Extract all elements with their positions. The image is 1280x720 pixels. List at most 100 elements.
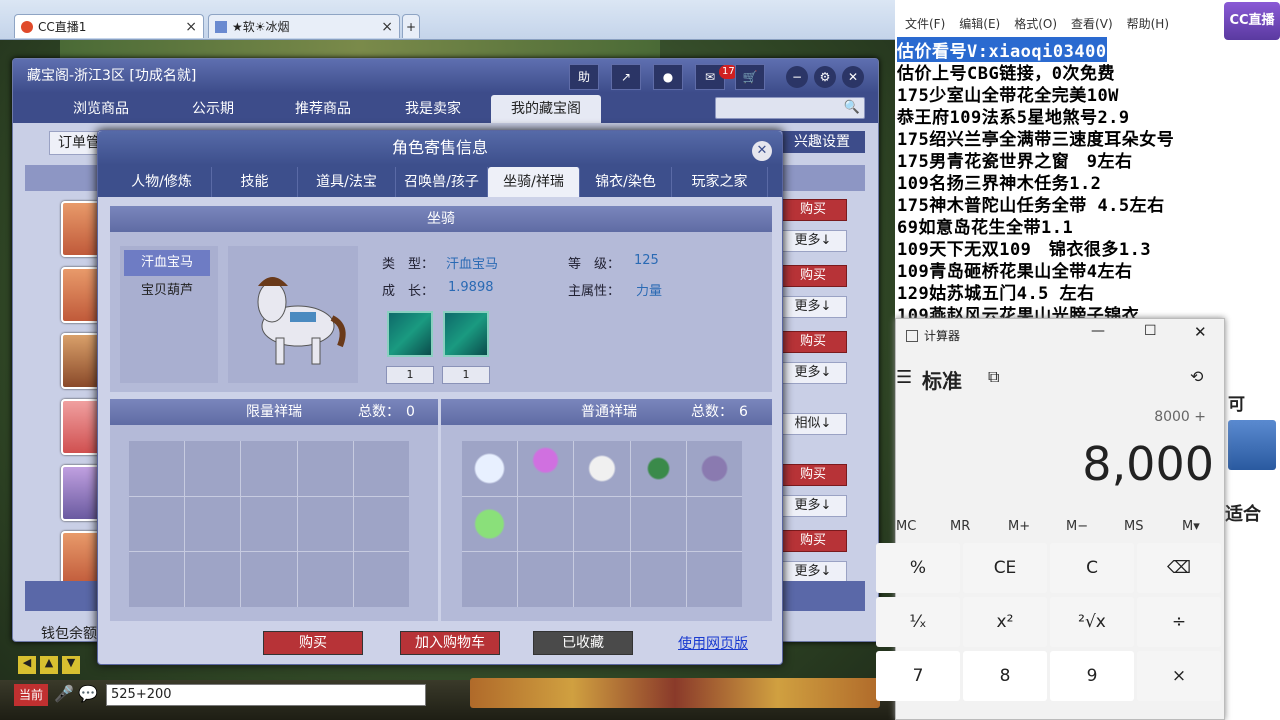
new-tab-button[interactable]: + <box>402 14 420 38</box>
mminus-button[interactable]: M− <box>1066 519 1088 534</box>
flower-mount-icon[interactable] <box>518 441 574 496</box>
nav-public[interactable]: 公示期 <box>163 95 263 123</box>
menu-file[interactable]: 文件(F) <box>905 14 945 34</box>
maximize-icon[interactable]: ☐ <box>1144 323 1157 339</box>
nav-my-pavilion[interactable]: 我的藏宝阁 <box>491 95 601 123</box>
avatar[interactable] <box>61 531 101 587</box>
menu-edit[interactable]: 编辑(E) <box>959 14 1000 34</box>
tab-skills[interactable]: 技能 <box>212 167 298 197</box>
mount-skill-icon[interactable] <box>443 311 489 357</box>
arrow-up-icon[interactable]: ▲ <box>40 656 58 674</box>
history-icon[interactable]: ⟲ <box>1190 367 1203 386</box>
buy-button[interactable]: 购买 <box>779 464 847 486</box>
menu-icon[interactable]: ☰ <box>896 367 912 388</box>
tab-character[interactable]: 人物/修炼 <box>112 167 212 197</box>
record-icon[interactable]: ● <box>653 64 683 90</box>
notepad-side-text: 可 <box>1228 395 1245 415</box>
level-value: 125 <box>634 253 659 268</box>
dragon-mount-icon[interactable] <box>630 441 686 496</box>
cloud-mount-icon[interactable] <box>462 441 518 496</box>
nav-browse[interactable]: 浏览商品 <box>51 95 151 123</box>
tab-home[interactable]: 玩家之家 <box>672 167 768 197</box>
white-beast-icon[interactable] <box>574 441 630 496</box>
search-icon: 🔍 <box>843 100 860 115</box>
buy-button[interactable]: 购买 <box>779 265 847 287</box>
mr-button[interactable]: MR <box>950 519 970 534</box>
mount-section-header: 坐骑 <box>110 206 772 232</box>
minimize-icon[interactable]: — <box>1091 323 1105 339</box>
mic-icon[interactable]: 🎤 <box>54 684 74 703</box>
more-button[interactable]: 更多↓ <box>779 362 847 384</box>
divide-key[interactable]: ÷ <box>1137 597 1221 647</box>
eight-key[interactable]: 8 <box>963 651 1047 701</box>
tab-mounts[interactable]: 坐骑/祥瑞 <box>488 167 580 197</box>
avatar[interactable] <box>61 399 101 455</box>
nav-recommend[interactable]: 推荐商品 <box>273 95 373 123</box>
more-button[interactable]: 更多↓ <box>779 296 847 318</box>
multiply-key[interactable]: × <box>1137 651 1221 701</box>
browser-tab-cc[interactable]: CC直播1 × <box>14 14 204 38</box>
menu-view[interactable]: 查看(V) <box>1071 14 1113 34</box>
settings-icon[interactable]: ⚙ <box>814 66 836 88</box>
menu-help[interactable]: 帮助(H) <box>1127 14 1169 34</box>
more-button[interactable]: 更多↓ <box>779 230 847 252</box>
buy-button[interactable]: 购买 <box>779 331 847 353</box>
avatar[interactable] <box>61 465 101 521</box>
reciprocal-key[interactable]: ¹⁄ₓ <box>876 597 960 647</box>
avatar[interactable] <box>61 267 101 323</box>
minimize-icon[interactable]: − <box>786 66 808 88</box>
backspace-key[interactable]: ⌫ <box>1137 543 1221 593</box>
green-blob-icon[interactable] <box>462 496 518 552</box>
chat-bubble-icon[interactable]: 💬 <box>78 684 98 703</box>
avatar[interactable] <box>61 333 101 389</box>
mount-skill-icon[interactable] <box>387 311 433 357</box>
sqrt-key[interactable]: ²√x <box>1050 597 1134 647</box>
memory-list-button[interactable]: M▾ <box>1182 519 1200 534</box>
close-icon[interactable]: ✕ <box>752 141 772 161</box>
search-input[interactable]: 🔍 <box>715 97 865 119</box>
seven-key[interactable]: 7 <box>876 651 960 701</box>
mplus-button[interactable]: M+ <box>1008 519 1030 534</box>
menu-format[interactable]: 格式(O) <box>1014 14 1057 34</box>
close-tab-icon[interactable]: × <box>185 19 197 35</box>
tab-pets[interactable]: 召唤兽/孩子 <box>396 167 488 197</box>
share-icon[interactable]: ↗ <box>611 64 641 90</box>
buy-button[interactable]: 购买 <box>779 199 847 221</box>
wallet-label: 钱包余额 <box>41 626 97 642</box>
more-button[interactable]: 更多↓ <box>779 495 847 517</box>
square-key[interactable]: x² <box>963 597 1047 647</box>
help-button[interactable]: 助 <box>569 64 599 90</box>
browser-tab-2[interactable]: ★软☀冰烟 × <box>208 14 400 38</box>
nav-seller[interactable]: 我是卖家 <box>383 95 483 123</box>
armored-beast-icon[interactable] <box>686 441 742 496</box>
arrow-left-icon[interactable]: ◀ <box>18 656 36 674</box>
tab-items[interactable]: 道具/法宝 <box>298 167 396 197</box>
c-key[interactable]: C <box>1050 543 1134 593</box>
ce-key[interactable]: CE <box>963 543 1047 593</box>
add-to-cart-button[interactable]: 加入购物车 <box>400 631 500 655</box>
tab-outfits[interactable]: 锦衣/染色 <box>580 167 672 197</box>
keep-on-top-icon[interactable]: ⧉ <box>988 367 999 387</box>
more-button[interactable]: 更多↓ <box>779 561 847 583</box>
chat-input[interactable]: 525+200 <box>106 684 426 706</box>
skill-toolbar[interactable] <box>470 678 880 708</box>
web-version-link[interactable]: 使用网页版 <box>678 633 748 653</box>
mount-item-gourd[interactable]: 宝贝葫芦 <box>124 278 210 304</box>
ms-button[interactable]: MS <box>1124 519 1143 534</box>
buy-button[interactable]: 购买 <box>779 530 847 552</box>
favorited-button[interactable]: 已收藏 <box>533 631 633 655</box>
cart-icon[interactable]: 🛒 <box>735 64 765 90</box>
channel-button[interactable]: 当前 <box>14 684 48 706</box>
close-icon[interactable]: ✕ <box>1194 323 1207 341</box>
close-icon[interactable]: ✕ <box>842 66 864 88</box>
arrow-down-icon[interactable]: ▼ <box>62 656 80 674</box>
interest-settings-button[interactable]: 兴趣设置 <box>779 131 865 153</box>
avatar[interactable] <box>61 201 101 257</box>
buy-button[interactable]: 购买 <box>263 631 363 655</box>
mount-item-hanxue[interactable]: 汗血宝马 <box>124 250 210 276</box>
percent-key[interactable]: % <box>876 543 960 593</box>
close-tab-icon[interactable]: × <box>381 19 393 35</box>
mc-button[interactable]: MC <box>896 519 916 534</box>
similar-button[interactable]: 相似↓ <box>779 413 847 435</box>
nine-key[interactable]: 9 <box>1050 651 1134 701</box>
